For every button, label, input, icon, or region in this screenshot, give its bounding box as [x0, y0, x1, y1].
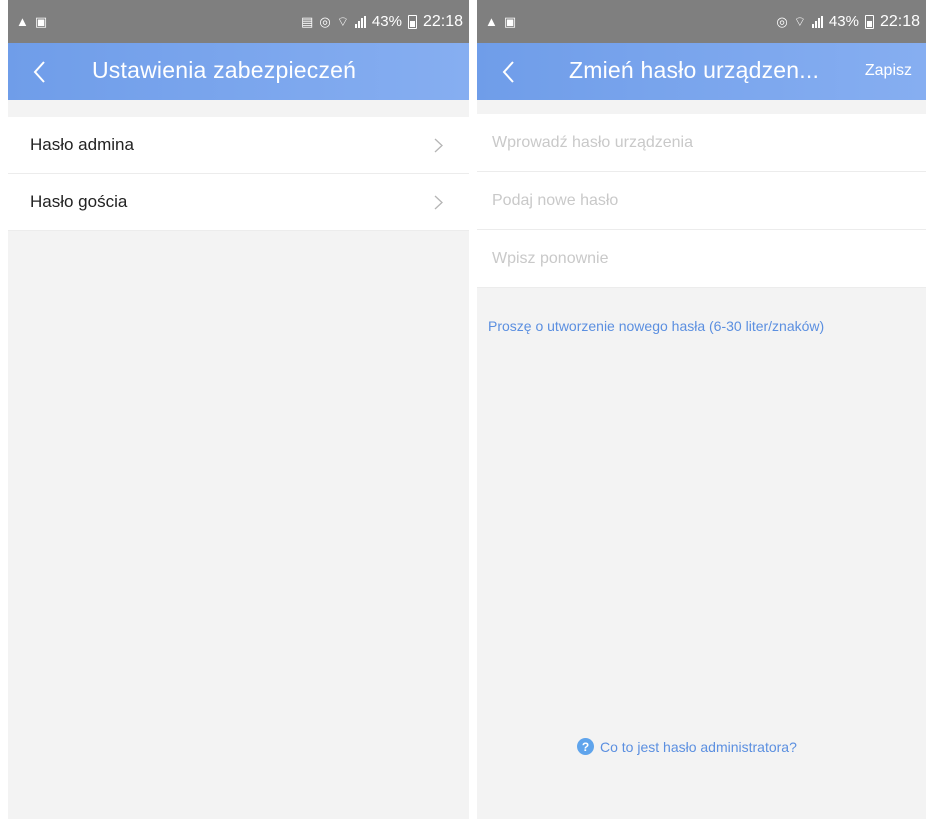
back-arrow-icon[interactable] [30, 57, 50, 87]
password-hint: Proszę o utworzenie nowego hasła (6-30 l… [488, 318, 825, 334]
help-link-label: Co to jest hasło administratora? [600, 738, 797, 755]
list-item-admin-password[interactable]: Hasło admina [8, 117, 469, 174]
status-bar: ▲ ▣ ◎ ⌔ 43% 22:18 [477, 0, 926, 43]
new-password-input[interactable] [490, 190, 926, 211]
list-item-label: Hasło admina [30, 135, 134, 154]
current-password-input[interactable] [490, 132, 926, 153]
page-title: Zmień hasło urządzen... [569, 57, 820, 83]
current-password-field-row [477, 114, 926, 172]
new-password-field-row [477, 172, 926, 230]
list-item-guest-password[interactable]: Hasło gościa [8, 174, 469, 231]
chevron-right-icon [434, 195, 443, 210]
password-form [477, 114, 926, 288]
security-settings-screen: ▲ ▣ ▤ ◎ ⌔ 43% 22:18 Ustawienia zabezpiec… [8, 0, 469, 819]
wifi-icon: ⌔ [793, 14, 806, 29]
change-password-screen: ▲ ▣ ◎ ⌔ 43% 22:18 Zmień hasło urządzen..… [477, 0, 926, 819]
signal-icon [354, 15, 366, 28]
warning-icon: ▲ [16, 14, 29, 29]
nfc-icon: ▤ [301, 14, 314, 29]
signal-icon [811, 15, 823, 28]
status-bar: ▲ ▣ ▤ ◎ ⌔ 43% 22:18 [8, 0, 469, 43]
save-button[interactable]: Zapisz [865, 62, 912, 80]
chevron-right-icon [434, 138, 443, 153]
confirm-password-field-row [477, 230, 926, 288]
battery-percent: 43% [828, 13, 859, 30]
alarm-icon: ◎ [776, 14, 788, 29]
back-arrow-icon[interactable] [499, 57, 519, 87]
battery-percent: 43% [371, 13, 402, 30]
app-bar: Zmień hasło urządzen... Zapisz [477, 43, 926, 100]
warning-icon: ▲ [485, 14, 498, 29]
wifi-icon: ⌔ [336, 14, 349, 29]
admin-password-help-link[interactable]: ? Co to jest hasło administratora? [577, 738, 797, 755]
battery-icon [407, 14, 417, 29]
confirm-password-input[interactable] [490, 248, 926, 269]
clock: 22:18 [879, 12, 920, 30]
question-icon: ? [577, 738, 594, 755]
app-bar: Ustawienia zabezpieczeń [8, 43, 469, 100]
battery-icon [864, 14, 874, 29]
page-title: Ustawienia zabezpieczeń [92, 57, 357, 83]
settings-list: Hasło admina Hasło gościa [8, 117, 469, 231]
notification-icon: ▣ [503, 14, 517, 29]
list-item-label: Hasło gościa [30, 192, 128, 211]
alarm-icon: ◎ [319, 14, 331, 29]
clock: 22:18 [422, 12, 463, 30]
notification-icon: ▣ [34, 14, 48, 29]
